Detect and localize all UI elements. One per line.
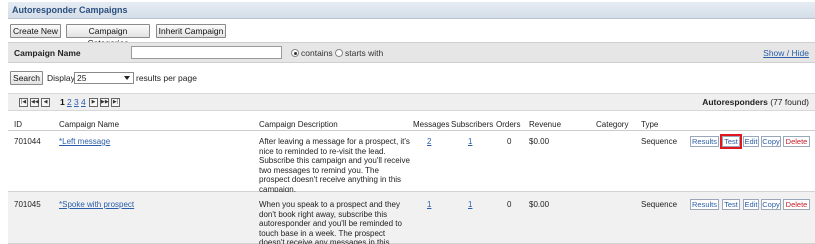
pagination-bar: |◀ ◀◀ ◀ 1 2 3 4 ▶ ▶▶ ▶| Autoresponders (… [8,93,815,111]
column-header-campaign-name[interactable]: Campaign Name [59,120,119,129]
campaign-categories-button[interactable]: Campaign Categories [66,24,150,48]
results-button[interactable]: Results [690,136,719,147]
column-header-messages[interactable]: Messages [413,120,449,129]
messages-count-link[interactable]: 1 [427,200,431,209]
campaign-name-filter-label: Campaign Name [14,48,81,58]
test-button[interactable]: Test [722,199,740,210]
row-id: 701045 [14,200,41,209]
orders-count: 0 [507,200,512,209]
type-value: Sequence [641,137,678,146]
subscribers-count-link[interactable]: 1 [468,200,472,209]
campaign-name-input[interactable] [131,46,282,59]
edit-button[interactable]: Edit [743,199,759,210]
table-row: 701045 *Spoke with prospect When you spe… [8,192,815,244]
revenue-value: $0.00 [529,200,550,209]
results-count-value: (77 found) [770,97,809,107]
page-title: Autoresponder Campaigns [12,5,128,15]
column-header-id[interactable]: ID [14,120,22,129]
copy-button[interactable]: Copy [761,199,781,210]
first-page-icon[interactable]: |◀ [19,98,28,107]
column-header-revenue[interactable]: Revenue [529,120,561,129]
page-number-link[interactable]: 4 [81,97,86,107]
campaign-name-link[interactable]: *Left message [59,137,110,146]
per-page-value: 25 [77,73,87,83]
previous-block-icon[interactable]: ◀◀ [30,98,39,107]
next-page-icon[interactable]: ▶ [89,98,98,107]
campaign-description: After leaving a message for a prospect, … [259,137,410,194]
display-label: Display [47,73,75,83]
starts-with-radio-label: starts with [345,48,384,58]
page-number-link[interactable]: 2 [67,97,72,107]
next-block-icon[interactable]: ▶▶ [100,98,109,107]
column-header-campaign-description[interactable]: Campaign Description [259,120,338,129]
column-header-type[interactable]: Type [641,120,658,129]
delete-button[interactable]: Delete [783,199,810,210]
test-button[interactable]: Test [720,134,742,149]
table-header: ID Campaign Name Campaign Description Me… [8,117,815,131]
column-header-category[interactable]: Category [596,120,628,129]
orders-count: 0 [507,137,512,146]
messages-count-link[interactable]: 2 [427,137,431,146]
column-header-orders[interactable]: Orders [496,120,520,129]
edit-button[interactable]: Edit [743,136,759,147]
results-count: Autoresponders (77 found) [702,97,809,107]
table-row: 701044 *Left message After leaving a mes… [8,131,815,194]
search-button[interactable]: Search [10,71,43,85]
starts-with-radio[interactable] [335,49,343,57]
page-title-bar: Autoresponder Campaigns [8,2,815,19]
copy-button[interactable]: Copy [761,136,781,147]
page-number-link[interactable]: 3 [74,97,79,107]
campaign-description: When you speak to a prospect and they do… [259,200,402,244]
per-page-select[interactable]: 25 [74,72,134,84]
column-header-subscribers[interactable]: Subscribers [451,120,493,129]
contains-radio[interactable] [291,49,299,57]
per-page-suffix: results per page [136,73,197,83]
type-value: Sequence [641,200,678,209]
page-number-current: 1 [60,97,65,107]
previous-page-icon[interactable]: ◀ [41,98,50,107]
create-new-button[interactable]: Create New [10,24,61,38]
last-page-icon[interactable]: ▶| [111,98,120,107]
revenue-value: $0.00 [529,137,550,146]
chevron-down-icon [124,76,130,80]
subscribers-count-link[interactable]: 1 [468,137,472,146]
campaign-name-link[interactable]: *Spoke with prospect [59,200,134,209]
inherit-campaign-button[interactable]: Inherit Campaign [156,24,226,38]
show-hide-link[interactable]: Show / Hide [763,48,809,58]
row-id: 701044 [14,137,41,146]
filter-row: Campaign Name contains starts with Show … [8,42,815,63]
results-button[interactable]: Results [690,199,719,210]
results-count-label: Autoresponders [702,97,768,107]
contains-radio-label: contains [301,48,333,58]
delete-button[interactable]: Delete [783,136,810,147]
